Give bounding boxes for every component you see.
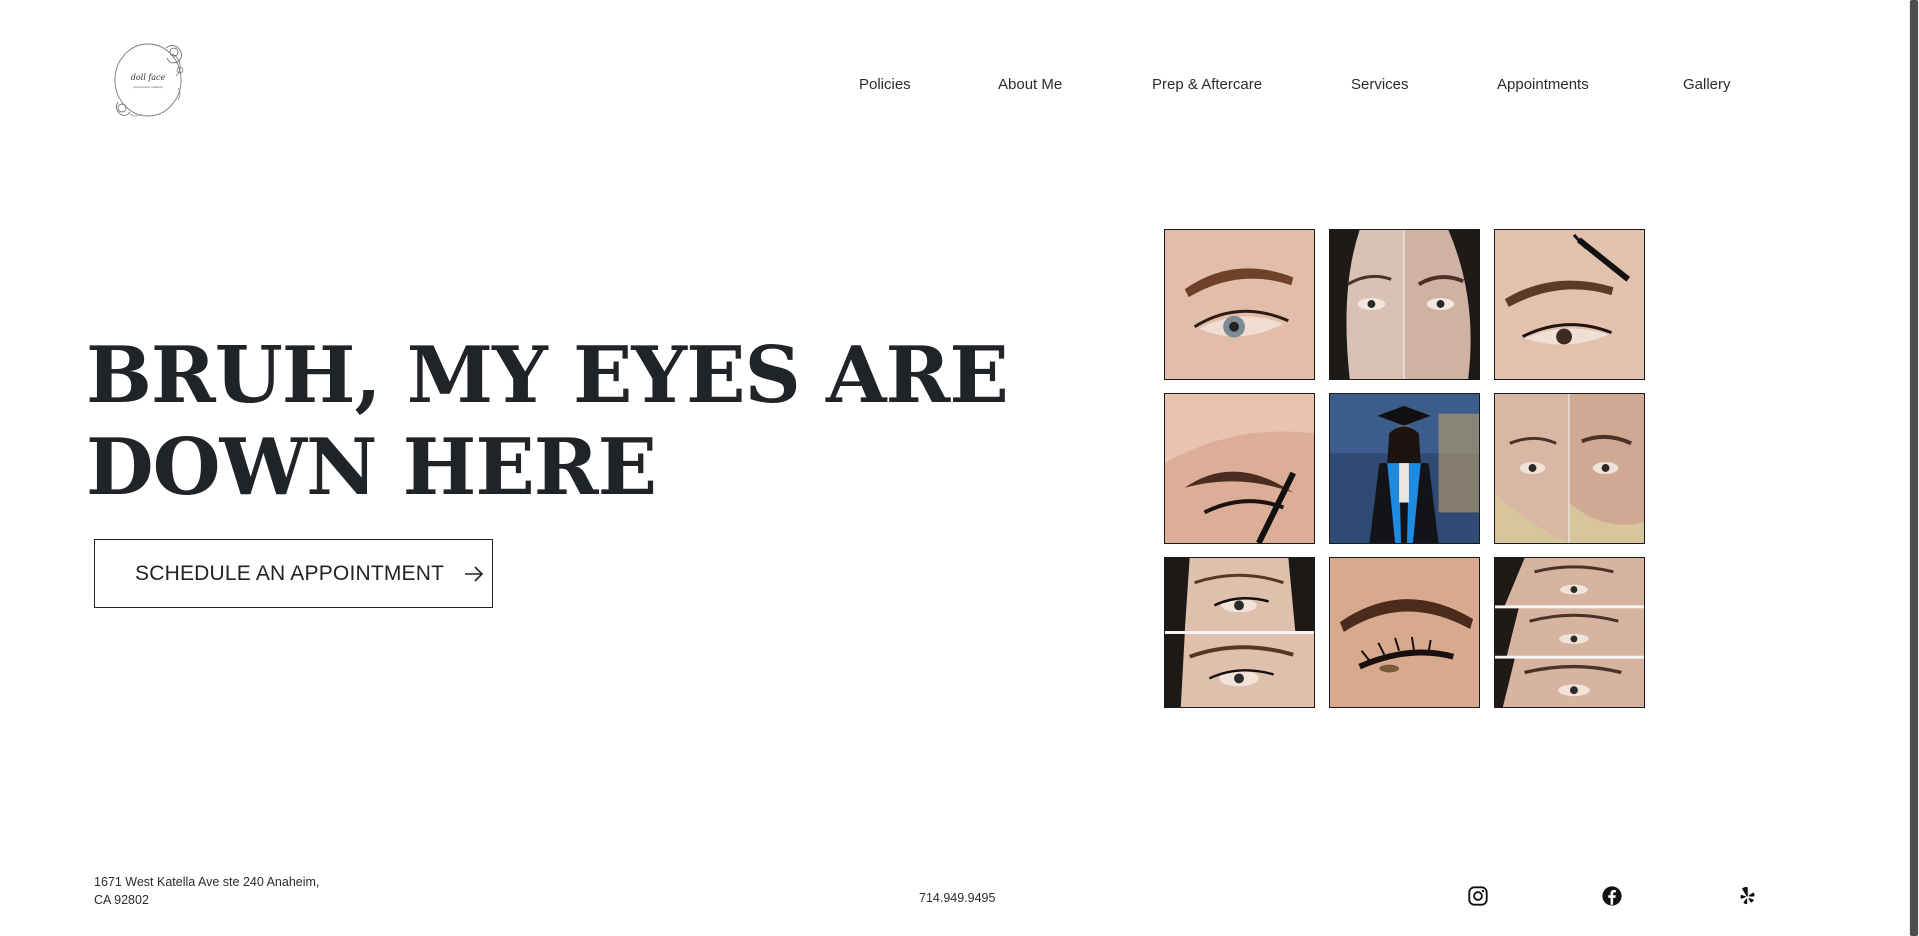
hero-headline: BRUH, MY EYES ARE DOWN HERE: [86, 330, 1009, 514]
footer-address: 1671 West Katella Ave ste 240 Anaheim, C…: [94, 873, 319, 909]
gallery-photo-graduation[interactable]: [1329, 393, 1480, 544]
footer-address-line2: CA 92802: [94, 893, 149, 907]
nav-item-prep-aftercare[interactable]: Prep & Aftercare: [1152, 76, 1262, 93]
hero-headline-line2: DOWN HERE: [86, 422, 657, 513]
facebook-icon: [1602, 886, 1622, 906]
scrollbar-thumb[interactable]: [1910, 0, 1918, 936]
schedule-appointment-button[interactable]: SCHEDULE AN APPOINTMENT: [94, 539, 493, 608]
arrow-right-icon: [465, 565, 484, 582]
footer-address-line1: 1671 West Katella Ave ste 240 Anaheim,: [94, 875, 320, 889]
footer-phone[interactable]: 714.949.9495: [919, 891, 995, 905]
instagram-icon: [1468, 886, 1488, 906]
main-nav: Policies About Me Prep & Aftercare Servi…: [0, 76, 1900, 96]
facebook-link[interactable]: [1601, 885, 1623, 907]
gallery-photo-brow-collage[interactable]: [1494, 557, 1645, 708]
nav-item-services[interactable]: Services: [1351, 76, 1409, 93]
gallery-photo-before-after-blonde[interactable]: [1494, 393, 1645, 544]
nav-item-gallery[interactable]: Gallery: [1683, 76, 1731, 93]
yelp-icon: [1740, 886, 1755, 905]
nav-item-about-me[interactable]: About Me: [998, 76, 1062, 93]
schedule-appointment-label: SCHEDULE AN APPOINTMENT: [135, 561, 445, 585]
gallery-photo-lash-spoolie[interactable]: [1164, 393, 1315, 544]
gallery-photo-lash-closeup[interactable]: [1329, 557, 1480, 708]
gallery-photo-eyeliner-collage[interactable]: [1164, 557, 1315, 708]
gallery-photo-before-after-split[interactable]: [1329, 229, 1480, 380]
nav-item-appointments[interactable]: Appointments: [1497, 76, 1589, 93]
hero-headline-line1: BRUH, MY EYES ARE: [86, 330, 1009, 421]
gallery-photo-spoolie-brow[interactable]: [1494, 229, 1645, 380]
instagram-link[interactable]: [1467, 885, 1489, 907]
yelp-link[interactable]: [1736, 885, 1758, 907]
gallery-photo-brow-closeup[interactable]: [1164, 229, 1315, 380]
nav-item-policies[interactable]: Policies: [859, 76, 911, 93]
scrollbar-track[interactable]: [1909, 0, 1919, 936]
